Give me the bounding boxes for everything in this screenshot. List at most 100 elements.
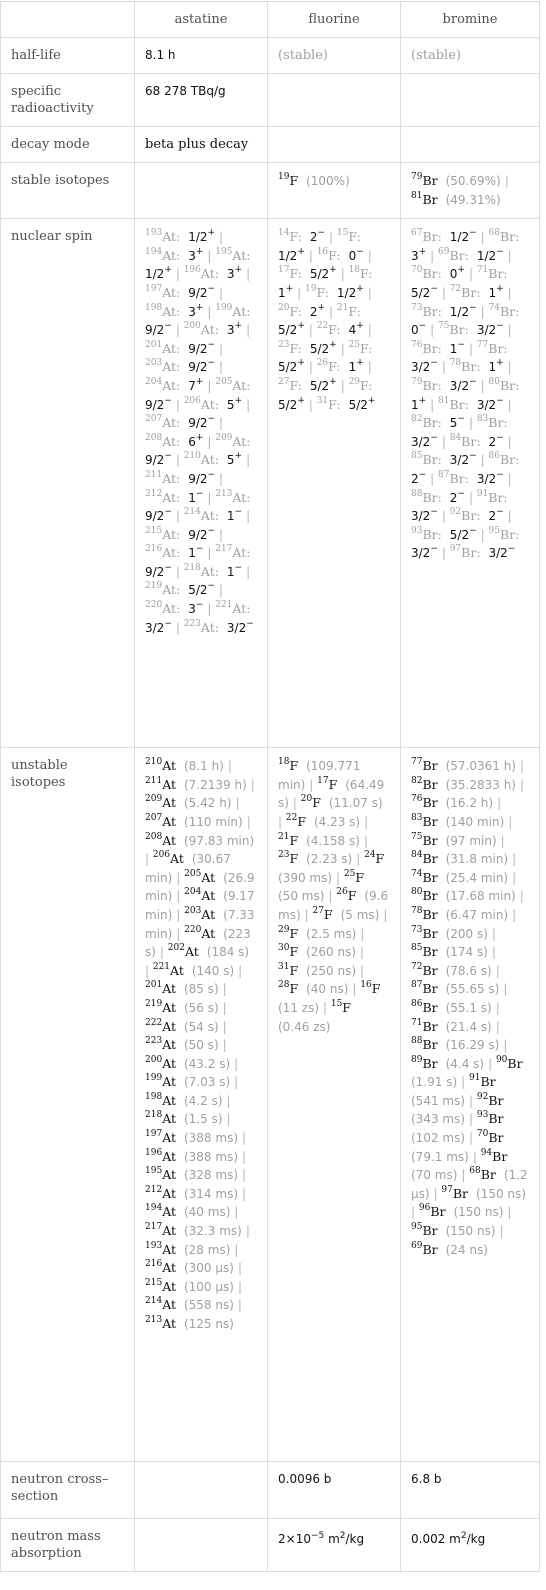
separator: | <box>219 230 224 245</box>
half-life: (390 ms) <box>278 870 333 885</box>
element-symbol: Br <box>422 1018 438 1034</box>
separator: | <box>430 397 439 412</box>
half-life: (79.1 ms) <box>411 1149 469 1164</box>
mass-number: 72 <box>449 283 462 294</box>
mass-number: 91 <box>469 1073 481 1084</box>
parity: + <box>457 265 465 276</box>
mass-number: 202 <box>167 943 185 954</box>
parity: − <box>164 395 172 406</box>
stable-isotopes-astatine <box>134 161 268 220</box>
element-symbol: F: <box>289 266 302 282</box>
parity: − <box>234 507 243 518</box>
separator: | <box>234 1056 239 1071</box>
element-symbol: Br: <box>499 229 520 245</box>
spin-value: 1 <box>278 285 286 300</box>
separator: | <box>507 509 512 524</box>
parity: + <box>234 265 243 276</box>
mass-number: 209 <box>145 794 163 805</box>
element-symbol: At <box>170 851 184 867</box>
spin-value: 1/2 <box>145 267 165 282</box>
isotope-entry: 78Br (6.47 min) <box>411 906 508 922</box>
separator: | <box>468 416 477 431</box>
element-symbol: F: <box>328 396 341 412</box>
parity: − <box>469 525 477 536</box>
element-symbol: F <box>355 869 365 885</box>
mass-number: 83 <box>411 812 423 823</box>
mass-number: 78 <box>449 358 462 369</box>
isotope-entry: 216At: 1− <box>145 545 203 561</box>
separator: | <box>175 397 184 412</box>
separator: | <box>504 174 509 188</box>
mass-number: 82 <box>411 414 423 425</box>
stable-isotopes-fluorine: 19F (100%) <box>267 161 401 220</box>
separator: | <box>507 360 512 375</box>
mass-number: 25 <box>343 868 356 879</box>
mass-number: 22 <box>316 321 329 332</box>
element-symbol: At <box>162 1167 177 1183</box>
isotope-entry: 219At (56 s) <box>145 999 219 1015</box>
isotope-entry: 82Br: 5− <box>411 414 465 431</box>
separator: | <box>308 360 317 375</box>
mass-number: 29 <box>278 924 290 935</box>
isotope-entry: 218At (1.5 s) <box>145 1111 223 1127</box>
spin-value: 9/2 <box>145 397 165 412</box>
parity: − <box>418 321 427 332</box>
parity: − <box>246 618 254 629</box>
element-symbol: Br: <box>499 452 520 468</box>
isotope-entry: 194At: 3+ <box>145 247 203 263</box>
isotope-entry: 97Br (150 ns) <box>441 1185 526 1201</box>
separator: | <box>176 907 185 922</box>
separator: | <box>360 963 365 978</box>
mass-number: 74 <box>488 302 500 313</box>
isotope-entry: 20F: 2+ <box>278 303 325 319</box>
mass-number: 217 <box>215 544 233 555</box>
mass-number: 93 <box>476 1110 489 1121</box>
element-symbol: At: <box>200 266 219 282</box>
mass-number: 73 <box>411 302 423 313</box>
element-symbol: Br <box>422 869 438 885</box>
half-life: (25.4 min) <box>445 870 509 885</box>
row-stable-isotopes: stable isotopes 19F (100%) 79Br (50.69%)… <box>0 161 540 220</box>
mass-number: 30 <box>278 943 290 954</box>
half-life: (300 µs) <box>183 1261 234 1276</box>
isotope-entry: 87Br (55.65 s) <box>411 981 499 997</box>
isotope-entry: 72Br (78.6 s) <box>411 962 492 978</box>
isotope-entry: 96Br (150 ns) <box>419 1204 504 1220</box>
mass-number: 209 <box>215 432 233 443</box>
parity: + <box>297 395 305 406</box>
separator: | <box>363 833 368 848</box>
element-symbol: At <box>162 813 177 829</box>
spin-value: 5/2 <box>411 285 431 300</box>
separator: | <box>246 564 251 579</box>
exponent: −5 <box>310 1531 325 1542</box>
half-life: (70 ms) <box>411 1168 458 1183</box>
separator: | <box>245 1224 250 1239</box>
isotope-entry: 198At (4.2 s) <box>145 1092 223 1108</box>
separator: | <box>226 1112 231 1127</box>
mass-number: 83 <box>476 414 489 425</box>
isotope-entry: 206At: 5+ <box>184 396 242 412</box>
element-symbol: At: <box>232 303 251 319</box>
element-symbol: Br <box>422 832 438 848</box>
parity: − <box>195 488 204 499</box>
isotope-entry: 82Br (35.2833 h) <box>411 776 516 792</box>
separator: | <box>468 341 477 356</box>
separator: | <box>461 1075 469 1090</box>
mass-number: 19 <box>305 283 317 294</box>
spin-value: 9/2 <box>145 564 165 579</box>
element-symbol: At: <box>162 284 181 300</box>
separator: | <box>430 248 439 263</box>
element-symbol: At <box>162 1297 177 1313</box>
separator: | <box>237 1298 242 1313</box>
element-symbol: Br <box>422 795 438 811</box>
element-symbol: Br: <box>461 508 481 524</box>
decay-mode-astatine: beta plus decay <box>134 126 268 163</box>
parity: − <box>469 228 477 239</box>
separator: | <box>175 564 184 579</box>
element-symbol: Br: <box>499 303 520 319</box>
spin-value: 3 <box>411 248 419 263</box>
mass-number: 95 <box>411 1222 423 1233</box>
mass-number: 222 <box>145 1017 163 1028</box>
spin-value: 1 <box>226 509 235 524</box>
parity: + <box>195 432 204 443</box>
